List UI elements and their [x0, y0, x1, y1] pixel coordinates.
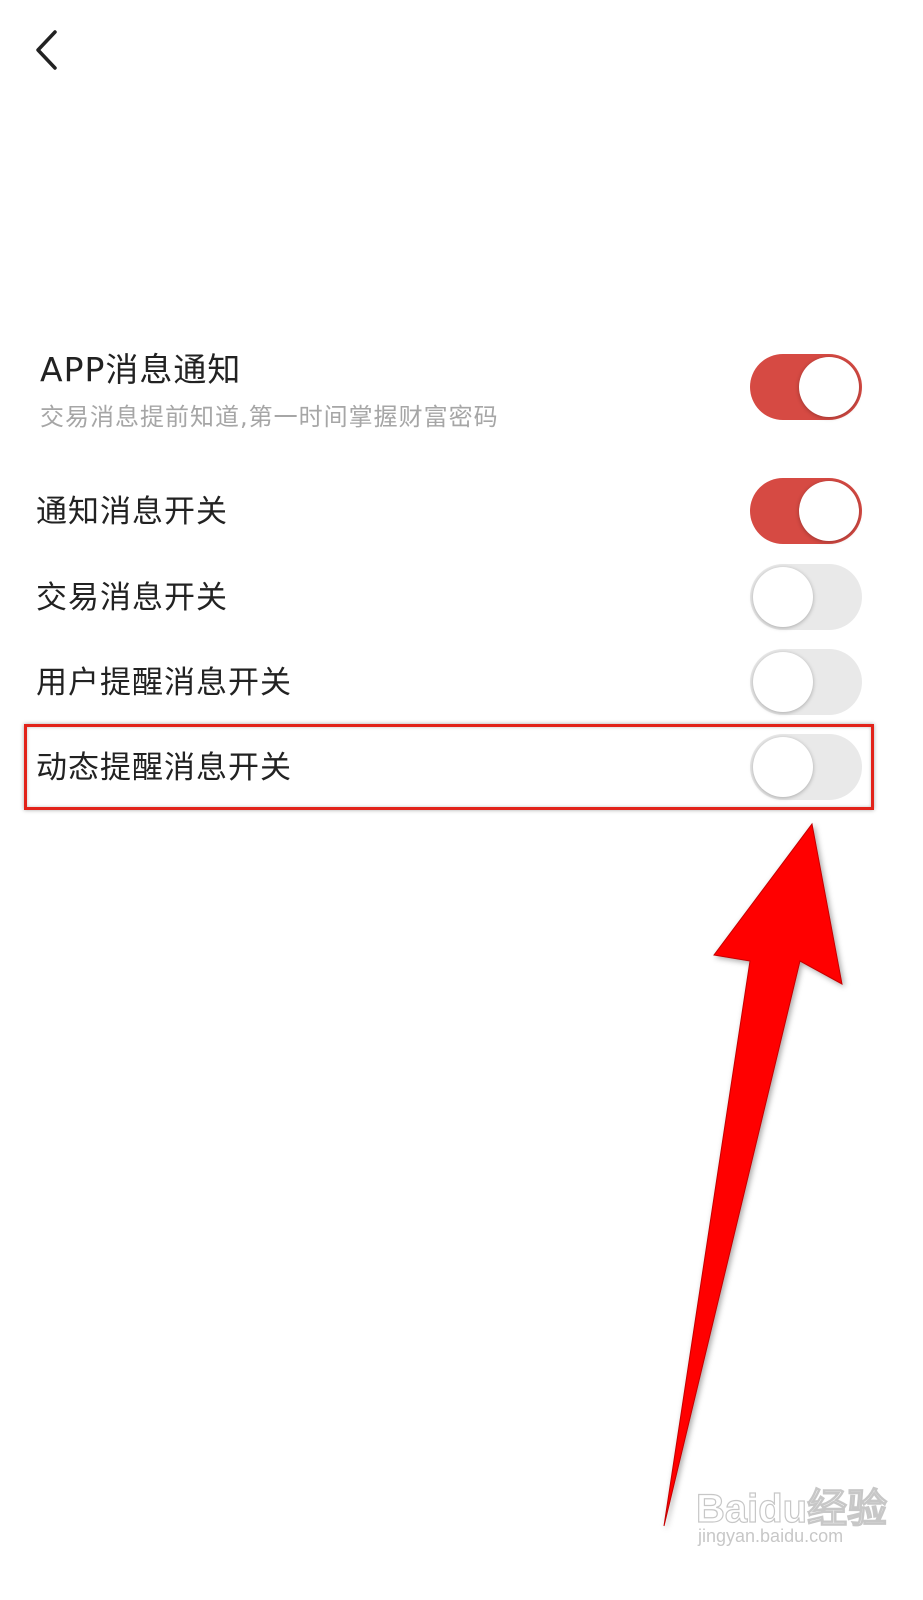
app-notification-subtitle: 交易消息提前知道,第一时间掌握财富密码 [40, 403, 499, 431]
user-reminder-toggle[interactable] [750, 649, 862, 715]
back-button[interactable] [26, 26, 70, 74]
toggle-knob [753, 567, 813, 627]
toggle-knob [799, 357, 859, 417]
baidu-jingyan-watermark: Baidu经验 jingyan.baidu.com [690, 1472, 887, 1556]
toggle-knob [753, 737, 813, 797]
toggle-knob [753, 652, 813, 712]
annotation-arrow-icon [663, 822, 843, 1527]
setting-label: 通知消息开关 [36, 494, 228, 530]
chevron-left-icon [36, 30, 57, 70]
setting-label: 交易消息开关 [36, 580, 228, 616]
watermark-brand: Baidu经验 [695, 1486, 888, 1531]
notification-message-toggle[interactable] [750, 478, 862, 544]
toggle-knob [799, 481, 859, 541]
dynamic-reminder-toggle[interactable] [750, 734, 862, 800]
watermark-url: jingyan.baidu.com [698, 1526, 844, 1546]
setting-label: 动态提醒消息开关 [36, 750, 292, 786]
setting-label: 用户提醒消息开关 [36, 665, 292, 701]
app-notification-title: APP消息通知 [40, 350, 242, 389]
trade-message-toggle[interactable] [750, 564, 862, 630]
app-notification-toggle[interactable] [750, 354, 862, 420]
